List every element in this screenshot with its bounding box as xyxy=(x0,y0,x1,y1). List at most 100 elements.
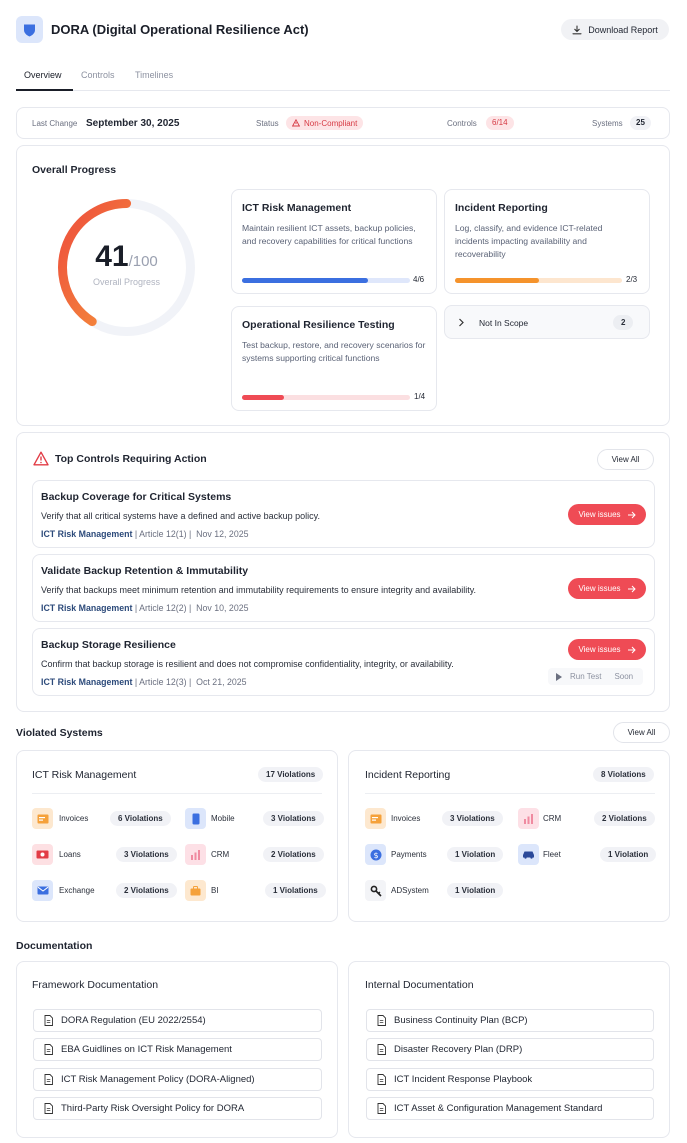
download-icon xyxy=(572,24,582,34)
system-name[interactable]: Fleet xyxy=(543,850,561,859)
mail-icon xyxy=(32,880,53,901)
last-change-value: September 30, 2025 xyxy=(86,118,180,129)
doc-link[interactable]: ICT Incident Response Playbook xyxy=(366,1068,654,1091)
system-violations-badge: 1 Violation xyxy=(447,847,504,862)
document-icon xyxy=(44,1015,53,1026)
control-meta: ICT Risk Management | Article 12(3) | Oc… xyxy=(41,677,247,687)
doc-link[interactable]: ICT Risk Management Policy (DORA-Aligned… xyxy=(33,1068,322,1091)
system-name[interactable]: CRM xyxy=(543,814,561,823)
chevron-right-icon xyxy=(459,318,464,327)
document-icon xyxy=(377,1103,386,1114)
control-category[interactable]: ICT Risk Management xyxy=(41,529,132,539)
control-item[interactable]: Backup Coverage for Critical Systems Ver… xyxy=(32,480,655,548)
dollar-icon: $ xyxy=(365,844,386,865)
view-issues-button[interactable]: View issues xyxy=(568,504,646,525)
document-icon xyxy=(377,1074,386,1085)
system-violations-badge: 3 Violations xyxy=(442,811,503,826)
violated-group-card: ICT Risk Management 17 Violations Invoic… xyxy=(16,750,338,922)
arrow-right-icon xyxy=(627,511,636,518)
tab-timelines[interactable]: Timelines xyxy=(135,70,173,80)
system-violations-badge: 3 Violations xyxy=(116,847,177,862)
docs-card-title: Framework Documentation xyxy=(32,979,159,991)
doc-title: ICT Risk Management Policy (DORA-Aligned… xyxy=(61,1074,255,1085)
doc-link[interactable]: Third-Party Risk Oversight Policy for DO… xyxy=(33,1097,322,1120)
play-icon xyxy=(556,672,562,681)
doc-title: Disaster Recovery Plan (DRP) xyxy=(394,1044,523,1055)
view-issues-label: View issues xyxy=(578,645,621,654)
control-date: Nov 10, 2025 xyxy=(196,603,249,613)
doc-link[interactable]: ICT Asset & Configuration Management Sta… xyxy=(366,1097,654,1120)
system-name[interactable]: Payments xyxy=(391,850,427,859)
group-divider xyxy=(365,793,655,794)
status-label: Status xyxy=(256,119,279,128)
system-name[interactable]: ADSystem xyxy=(391,886,429,895)
systems-badge: 25 xyxy=(630,116,651,130)
category-title: Incident Reporting xyxy=(455,202,548,214)
summary-bar: Last Change September 30, 2025 Status No… xyxy=(16,107,670,139)
control-date: Nov 12, 2025 xyxy=(196,529,249,539)
control-title: Backup Storage Resilience xyxy=(41,639,176,651)
system-name[interactable]: Loans xyxy=(59,850,81,859)
category-card[interactable]: Incident Reporting Log, classify, and ev… xyxy=(444,189,650,294)
system-name[interactable]: BI xyxy=(211,886,219,895)
view-all-systems-button[interactable]: View All xyxy=(613,722,670,743)
document-icon xyxy=(44,1044,53,1055)
doc-title: ICT Incident Response Playbook xyxy=(394,1074,533,1085)
framework-logo xyxy=(16,16,43,43)
not-in-scope-row[interactable]: Not In Scope 2 xyxy=(444,305,650,339)
banknote-icon xyxy=(32,844,53,865)
invoice-icon xyxy=(32,808,53,829)
control-category[interactable]: ICT Risk Management xyxy=(41,603,132,613)
system-name[interactable]: Exchange xyxy=(59,886,95,895)
category-count: 2/3 xyxy=(626,275,638,284)
system-violations-badge: 2 Violations xyxy=(263,847,324,862)
doc-link[interactable]: EBA Guidlines on ICT Risk Management xyxy=(33,1038,322,1061)
control-item[interactable]: Backup Storage Resilience Confirm that b… xyxy=(32,628,655,696)
category-title: Operational Resilience Testing xyxy=(242,319,395,331)
run-test-button[interactable]: Run Test Soon xyxy=(548,668,643,685)
doc-title: Business Continuity Plan (BCP) xyxy=(394,1015,528,1026)
arrow-right-icon xyxy=(627,585,636,592)
doc-title: Third-Party Risk Oversight Policy for DO… xyxy=(61,1103,245,1114)
category-card[interactable]: Operational Resilience Testing Test back… xyxy=(231,306,437,411)
system-name[interactable]: CRM xyxy=(211,850,229,859)
docs-card-title: Internal Documentation xyxy=(365,979,474,991)
system-violations-badge: 6 Violations xyxy=(110,811,171,826)
bar-chart-icon xyxy=(185,844,206,865)
violated-systems-title: Violated Systems xyxy=(16,727,103,739)
control-desc: Verify that all critical systems have a … xyxy=(41,511,320,521)
control-desc: Confirm that backup storage is resilient… xyxy=(41,659,454,669)
not-in-scope-count: 2 xyxy=(613,315,634,330)
control-article: Article 12(1) xyxy=(139,529,187,539)
control-category[interactable]: ICT Risk Management xyxy=(41,677,132,687)
score-value: 41 xyxy=(95,240,129,273)
view-issues-button[interactable]: View issues xyxy=(568,578,646,599)
tab-controls[interactable]: Controls xyxy=(81,70,115,80)
controls-label: Controls xyxy=(447,119,477,128)
controls-badge: 6/14 xyxy=(486,116,514,130)
last-change-label: Last Change xyxy=(32,119,78,128)
violated-group-card: Incident Reporting 8 Violations Invoices… xyxy=(348,750,670,922)
group-title: Incident Reporting xyxy=(365,769,451,781)
briefcase-icon xyxy=(185,880,206,901)
control-article: Article 12(3) xyxy=(139,677,187,687)
doc-link[interactable]: DORA Regulation (EU 2022/2554) xyxy=(33,1009,322,1032)
doc-link[interactable]: Disaster Recovery Plan (DRP) xyxy=(366,1038,654,1061)
control-meta: ICT Risk Management | Article 12(2) | No… xyxy=(41,603,249,613)
top-controls-card: Top Controls Requiring Action View All B… xyxy=(16,432,670,712)
internal-docs-card: Internal Documentation Business Continui… xyxy=(348,961,670,1138)
category-desc: Maintain resilient ICT assets, backup po… xyxy=(242,223,416,246)
tab-overview[interactable]: Overview xyxy=(24,70,62,80)
view-all-controls-button[interactable]: View All xyxy=(597,449,654,470)
system-name[interactable]: Mobile xyxy=(211,814,235,823)
system-name[interactable]: Invoices xyxy=(391,814,420,823)
category-card[interactable]: ICT Risk Management Maintain resilient I… xyxy=(231,189,437,294)
system-name[interactable]: Invoices xyxy=(59,814,88,823)
doc-title: DORA Regulation (EU 2022/2554) xyxy=(61,1015,206,1026)
control-item[interactable]: Validate Backup Retention & Immutability… xyxy=(32,554,655,622)
view-issues-button[interactable]: View issues xyxy=(568,639,646,660)
download-report-button[interactable]: Download Report xyxy=(561,19,669,40)
category-count: 4/6 xyxy=(413,275,425,284)
doc-link[interactable]: Business Continuity Plan (BCP) xyxy=(366,1009,654,1032)
system-violations-badge: 3 Violations xyxy=(263,811,324,826)
